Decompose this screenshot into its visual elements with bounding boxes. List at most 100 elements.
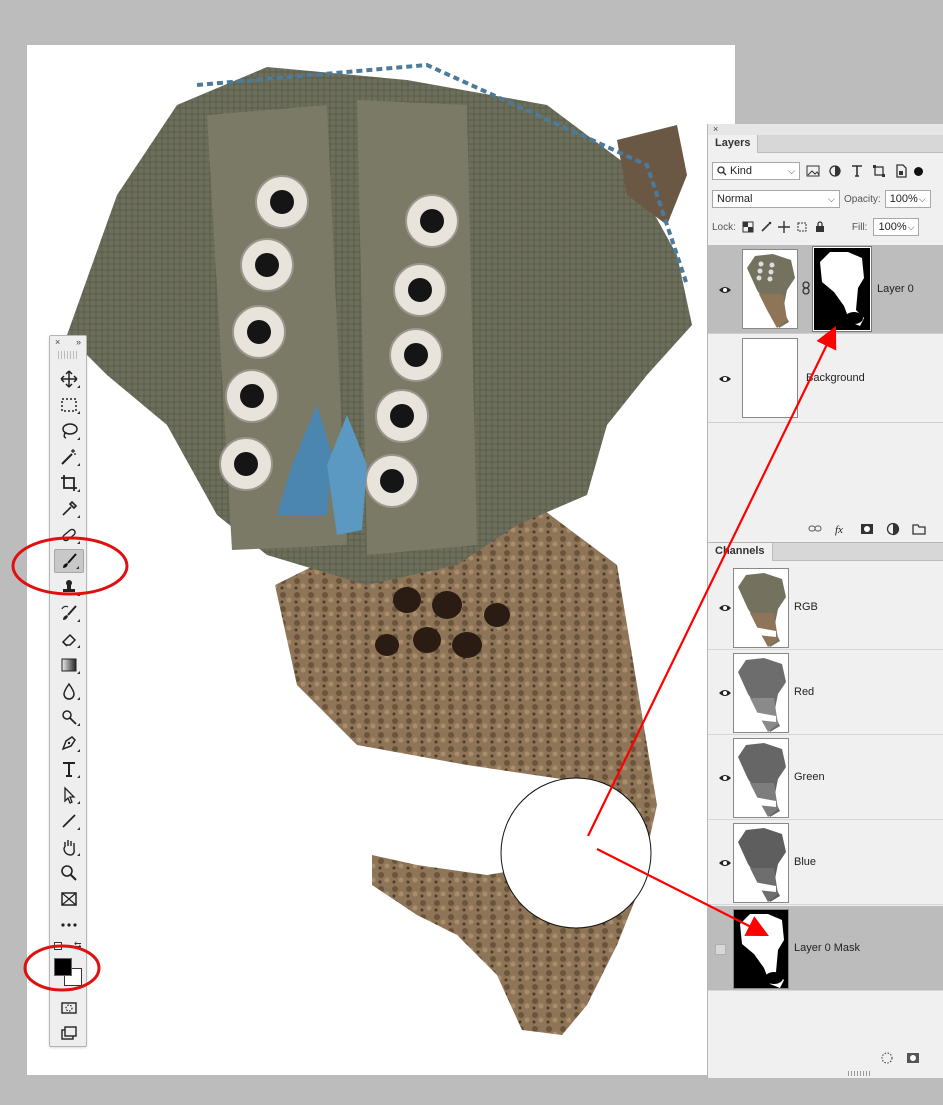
filter-smart-object-button[interactable] (892, 162, 910, 180)
boot-artwork (67, 62, 692, 1035)
dodge-tool[interactable] (54, 705, 84, 729)
filter-type-button[interactable] (848, 162, 866, 180)
link-icon[interactable] (801, 281, 811, 295)
filter-shape-button[interactable] (870, 162, 888, 180)
channel-row-blue[interactable]: Blue (708, 820, 943, 905)
toolbox-grip[interactable] (58, 351, 78, 359)
zoom-tool[interactable] (54, 861, 84, 885)
chevron-down-icon: ⌵ (788, 165, 795, 176)
marquee-tool[interactable] (54, 393, 84, 417)
chevron-down-icon: ⌵ (918, 193, 926, 204)
add-mask-icon[interactable] (860, 522, 874, 536)
save-selection-icon[interactable] (906, 1051, 920, 1065)
document-canvas[interactable] (27, 45, 735, 1075)
gradient-tool[interactable] (54, 653, 84, 677)
layers-tabbar: Layers (708, 135, 943, 153)
history-brush-tool[interactable] (54, 601, 84, 625)
adjustment-layer-icon[interactable] (886, 522, 900, 536)
blend-mode-value: Normal (717, 193, 753, 205)
dodge-icon (62, 710, 77, 725)
kind-filter-dropdown[interactable]: Kind ⌵ (712, 162, 800, 180)
tab-layers[interactable]: Layers (708, 135, 759, 153)
move-tool[interactable] (54, 367, 84, 391)
background-thumbnail[interactable] (742, 338, 798, 418)
opacity-input[interactable]: 100% ⌵ (884, 190, 931, 208)
screen-mode-button[interactable] (54, 1021, 84, 1045)
tab-channels[interactable]: Channels (708, 543, 773, 561)
channel-thumbnail (733, 568, 789, 648)
filter-pixel-button[interactable] (804, 162, 822, 180)
shape-icon (873, 165, 885, 177)
lock-transparent-pixels-icon[interactable] (742, 221, 754, 233)
crop-tool[interactable] (54, 471, 84, 495)
link-layers-icon[interactable] (808, 522, 822, 536)
swap-colors-icon[interactable]: ⇆ (74, 940, 82, 951)
frame-tool[interactable] (54, 887, 84, 911)
lock-artboard-icon[interactable] (796, 221, 808, 233)
panel-resize-grip[interactable] (848, 1071, 870, 1076)
pen-tool[interactable] (54, 731, 84, 755)
channel-row-green[interactable]: Green (708, 735, 943, 820)
clone-stamp-tool[interactable] (54, 575, 84, 599)
channel-thumbnail (733, 653, 789, 733)
default-colors-icon[interactable] (54, 942, 62, 950)
blur-tool[interactable] (54, 679, 84, 703)
channels-footer (880, 1051, 920, 1065)
layer-name[interactable]: Background (806, 372, 865, 384)
channel-name: RGB (794, 601, 818, 613)
lock-all-icon[interactable] (814, 221, 826, 233)
folder-icon[interactable] (912, 522, 926, 536)
channel-name: Green (794, 771, 825, 783)
eraser-tool[interactable] (54, 627, 84, 651)
foreground-color-swatch[interactable] (54, 958, 72, 976)
lasso-tool[interactable] (54, 419, 84, 443)
eye-icon[interactable] (718, 603, 732, 613)
fx-icon[interactable]: fx (834, 522, 848, 536)
layer-name[interactable]: Layer 0 (877, 283, 914, 295)
lock-position-icon[interactable] (777, 221, 790, 233)
frame-icon (61, 892, 77, 906)
channel-row-red[interactable]: Red (708, 650, 943, 735)
lasso-icon (62, 423, 78, 439)
eye-icon[interactable] (718, 285, 732, 295)
more-tools[interactable] (54, 913, 84, 937)
type-icon (63, 762, 75, 777)
layer-0-thumbnail[interactable] (742, 249, 798, 329)
image-icon (806, 165, 820, 177)
rgb-thumbnail-image (738, 573, 786, 647)
hand-tool[interactable] (54, 835, 84, 859)
toolbox-collapse-icon[interactable]: » (76, 337, 81, 347)
lock-image-pixels-icon[interactable] (760, 221, 772, 233)
layer-filter-row: Kind ⌵ (712, 162, 943, 180)
layer-row-layer-0[interactable]: Layer 0 (708, 245, 943, 334)
quick-mask-button[interactable] (54, 996, 84, 1020)
line-tool[interactable] (54, 809, 84, 833)
layer-row-background[interactable]: Background (708, 334, 943, 423)
healing-brush-tool[interactable] (54, 523, 84, 547)
eye-icon[interactable] (718, 374, 732, 384)
eye-icon[interactable] (718, 688, 732, 698)
type-tool[interactable] (54, 757, 84, 781)
channel-row-layer-0-mask[interactable]: Layer 0 Mask (708, 906, 943, 991)
filter-toggle-dot[interactable] (914, 166, 923, 176)
channel-visibility-toggle[interactable] (715, 944, 726, 955)
channel-name: Red (794, 686, 815, 698)
blend-mode-dropdown[interactable]: Normal ⌵ (712, 190, 840, 208)
brush-tool[interactable] (54, 549, 84, 573)
layer-0-mask-thumbnail[interactable] (812, 246, 872, 332)
path-selection-tool[interactable] (54, 783, 84, 807)
green-thumbnail-image (738, 743, 786, 817)
ellipsis-icon (61, 923, 77, 927)
eye-icon[interactable] (718, 773, 732, 783)
channel-thumbnail (733, 909, 789, 989)
load-selection-icon[interactable] (880, 1051, 894, 1065)
panel-close-icon[interactable]: × (708, 124, 943, 135)
eyedropper-tool[interactable] (54, 497, 84, 521)
toolbox-close-icon[interactable]: × (55, 337, 60, 347)
search-icon (717, 166, 727, 176)
eye-icon[interactable] (718, 858, 732, 868)
magic-wand-tool[interactable] (54, 445, 84, 469)
channel-row-rgb[interactable]: RGB (708, 565, 943, 650)
filter-adjustment-button[interactable] (826, 162, 844, 180)
fill-input[interactable]: 100% ⌵ (873, 218, 920, 236)
